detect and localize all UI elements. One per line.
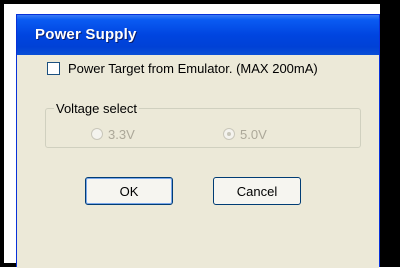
voltage-3-3v-label: 3.3V (108, 126, 135, 142)
black-border-right (380, 0, 400, 267)
ok-button-label: OK (119, 183, 139, 199)
voltage-select-label: Voltage select (54, 101, 139, 116)
ok-button[interactable]: OK (85, 177, 173, 205)
dialog-body (17, 55, 379, 268)
voltage-3-3v-option[interactable]: 3.3V (91, 126, 135, 142)
voltage-5-0v-radio[interactable] (223, 128, 235, 140)
voltage-5-0v-option[interactable]: 5.0V (223, 126, 267, 142)
voltage-3-3v-radio[interactable] (91, 128, 103, 140)
voltage-5-0v-label: 5.0V (240, 126, 267, 142)
cancel-button[interactable]: Cancel (213, 177, 301, 205)
power-target-label[interactable]: Power Target from Emulator. (MAX 200mA) (68, 61, 318, 76)
cancel-button-label: Cancel (236, 183, 278, 199)
window-title: Power Supply (35, 26, 137, 43)
title-bar[interactable]: Power Supply (17, 15, 379, 55)
power-supply-dialog: Power Supply Power Target from Emulator.… (16, 14, 380, 268)
power-target-option[interactable]: Power Target from Emulator. (MAX 200mA) (47, 59, 318, 77)
power-target-checkbox[interactable] (47, 61, 60, 75)
